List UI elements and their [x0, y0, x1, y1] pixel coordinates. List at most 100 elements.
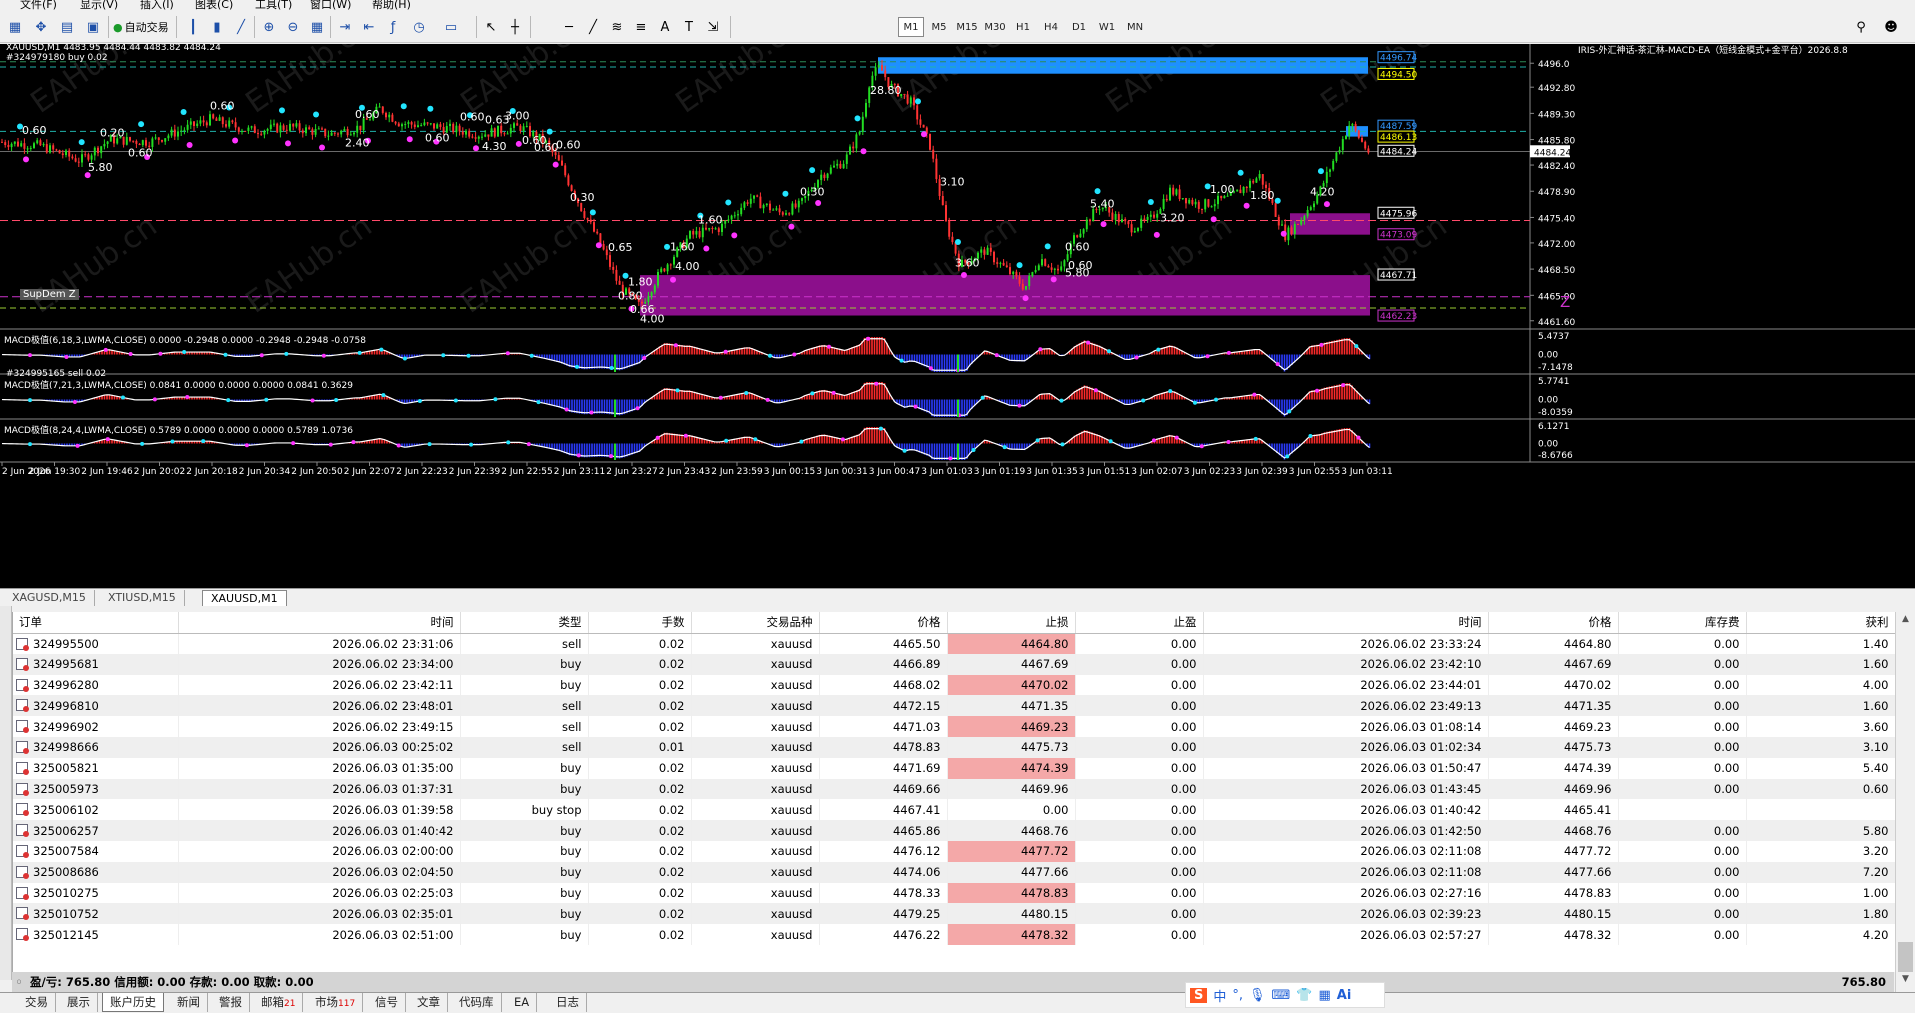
menu-item-4[interactable]: 工具(T)	[255, 0, 292, 11]
timeframe-d1[interactable]: D1	[1066, 17, 1092, 37]
scroll-down-icon[interactable]: ▼	[1898, 974, 1913, 988]
timeframe-w1[interactable]: W1	[1094, 17, 1120, 37]
bar-chart-icon[interactable]: ┃	[182, 16, 204, 38]
autotrade-button[interactable]: ● 自动交易	[112, 16, 172, 38]
menu-item-3[interactable]: 图表(C)	[195, 0, 233, 11]
col-header-profit[interactable]: 获利	[1746, 612, 1896, 634]
timeframe-m30[interactable]: M30	[982, 17, 1008, 37]
shirt-icon[interactable]: 👕	[1296, 988, 1312, 1003]
menu-item-1[interactable]: 显示(V)	[80, 0, 118, 11]
cursor-icon[interactable]: ↖	[480, 16, 502, 38]
table-row[interactable]: 325008686 2026.06.03 02:04:50 buy 0.02 xauus…	[13, 861, 1896, 883]
ime-ai-button[interactable]: Ai	[1337, 988, 1352, 1003]
ime-chinese-mode[interactable]: 中	[1213, 986, 1226, 1005]
table-row[interactable]: 324998666 2026.06.03 00:25:02 sell 0.01 xauu…	[13, 736, 1896, 758]
terminal-tab-4[interactable]: 警报	[212, 993, 250, 1012]
fibonacci-icon[interactable]: ≡	[630, 16, 652, 38]
menu-item-5[interactable]: 窗口(W)	[310, 0, 351, 11]
price-chart[interactable]: EAHub.cn EAHub.cn EAHub.cn EAHub.cn EAHub.cn…	[0, 44, 1915, 588]
terminal-tab-2[interactable]: 账户历史	[102, 993, 164, 1012]
ime-punctuation[interactable]: °,	[1232, 988, 1243, 1003]
terminal-tab-8[interactable]: 文章	[410, 993, 448, 1012]
auto-scroll-icon[interactable]: ⇥	[334, 16, 356, 38]
table-row[interactable]: 325007584 2026.06.03 02:00:00 buy 0.02 xauus…	[13, 840, 1896, 862]
table-row[interactable]: 325005821 2026.06.03 01:35:00 buy 0.02 xauus…	[13, 757, 1896, 779]
indicators-icon[interactable]: ƒ	[382, 16, 404, 38]
chart-shift-icon[interactable]: ⇤	[358, 16, 380, 38]
table-row[interactable]: 324995500 2026.06.02 23:31:06 sell 0.02 xauu…	[13, 633, 1896, 654]
tile-windows-icon[interactable]: ▦	[306, 16, 328, 38]
terminal-tab-0[interactable]: 交易	[18, 993, 56, 1012]
navigator-icon[interactable]: ▣	[82, 16, 104, 38]
periods-icon[interactable]: ◷	[408, 16, 430, 38]
new-chart-icon[interactable]: ▦	[4, 16, 26, 38]
supdem-button[interactable]: SupDem Z	[20, 289, 79, 300]
scroll-thumb[interactable]	[1898, 942, 1913, 972]
timeframe-m1[interactable]: M1	[898, 17, 924, 37]
timeframe-mn[interactable]: MN	[1122, 17, 1148, 37]
table-row[interactable]: 324995681 2026.06.02 23:34:00 buy 0.02 xauus…	[13, 653, 1896, 675]
col-header-type[interactable]: 类型	[460, 612, 589, 634]
table-row[interactable]: 324996280 2026.06.02 23:42:11 buy 0.02 xauus…	[13, 674, 1896, 696]
col-header-take-profit[interactable]: 止盈	[1075, 612, 1204, 634]
line-chart-icon[interactable]: ╱	[230, 16, 252, 38]
table-row[interactable]: 324996810 2026.06.02 23:48:01 sell 0.02 xauu…	[13, 695, 1896, 717]
terminal-tab-11[interactable]: 日志	[549, 993, 587, 1012]
text-icon[interactable]: A	[654, 16, 676, 38]
arrows-icon[interactable]: ⇲	[702, 16, 724, 38]
menu-item-6[interactable]: 帮助(H)	[372, 0, 411, 11]
search-icon[interactable]: ⚲	[1850, 16, 1872, 38]
col-header-volume[interactable]: 手数	[588, 612, 692, 634]
terminal-tab-6[interactable]: 市场117	[308, 993, 364, 1012]
zoom-out-icon[interactable]: ⊖	[282, 16, 304, 38]
keyboard-icon[interactable]: ⌨	[1272, 988, 1291, 1003]
templates-icon[interactable]: ▭	[440, 16, 462, 38]
community-icon[interactable]: ☻	[1880, 16, 1902, 38]
candlestick-icon[interactable]: ▮	[206, 16, 228, 38]
table-row[interactable]: 325006102 2026.06.03 01:39:58 buy stop 0.02…	[13, 799, 1896, 821]
crosshair-move-icon[interactable]: ✥	[30, 16, 52, 38]
chart-tab-xtiusd[interactable]: XTIUSD,M15	[100, 590, 185, 606]
col-header-open-time[interactable]: 时间	[178, 612, 461, 634]
col-header-symbol[interactable]: 交易品种	[691, 612, 820, 634]
terminal-tab-9[interactable]: 代码库	[452, 993, 502, 1012]
terminal-tab-3[interactable]: 新闻	[170, 993, 208, 1012]
menu-item-2[interactable]: 插入(I)	[140, 0, 174, 11]
trend-line-icon[interactable]: ╱	[582, 16, 604, 38]
timeframe-h1[interactable]: H1	[1010, 17, 1036, 37]
terminal-tab-1[interactable]: 展示	[60, 993, 98, 1012]
table-scrollbar[interactable]: ▲ ▼	[1895, 612, 1915, 992]
crosshair-icon[interactable]: ┼	[504, 16, 526, 38]
terminal-tab-5[interactable]: 邮箱21	[254, 993, 304, 1012]
menu-item-0[interactable]: 文件(F)	[20, 0, 57, 11]
col-header-order[interactable]: 订单	[13, 612, 179, 634]
col-header-open-price[interactable]: 价格	[819, 612, 948, 634]
table-row[interactable]: 325010752 2026.06.03 02:35:01 buy 0.02 xauus…	[13, 903, 1896, 925]
scroll-up-icon[interactable]: ▲	[1898, 614, 1913, 628]
horizontal-line-icon[interactable]: ─	[558, 16, 580, 38]
col-header-swap[interactable]: 库存费	[1618, 612, 1747, 634]
table-row[interactable]: 325010275 2026.06.03 02:25:03 buy 0.02 xauus…	[13, 882, 1896, 904]
col-header-close-price[interactable]: 价格	[1488, 612, 1619, 634]
table-row[interactable]: 324996902 2026.06.02 23:49:15 sell 0.02 xauu…	[13, 716, 1896, 737]
mic-icon[interactable]: 🎙	[1249, 988, 1266, 1003]
col-header-close-time[interactable]: 时间	[1203, 612, 1489, 634]
terminal-tab-10[interactable]: EA	[507, 993, 538, 1012]
timeframe-m15[interactable]: M15	[954, 17, 980, 37]
timeframe-m5[interactable]: M5	[926, 17, 952, 37]
table-row[interactable]: 325006257 2026.06.03 01:40:42 buy 0.02 xauus…	[13, 820, 1896, 841]
timeframe-h4[interactable]: H4	[1038, 17, 1064, 37]
market-watch-icon[interactable]: ▤	[56, 16, 78, 38]
chart-tab-xagusd[interactable]: XAGUSD,M15	[4, 590, 95, 606]
chart-tab-xauusd[interactable]: XAUUSD,M1	[202, 590, 287, 606]
table-row[interactable]: 325012145 2026.06.03 02:51:00 buy 0.02 xauus…	[13, 924, 1896, 945]
col-header-stop-loss[interactable]: 止损	[947, 612, 1076, 634]
label-icon[interactable]: T	[678, 16, 700, 38]
channel-icon[interactable]: ≋	[606, 16, 628, 38]
terminal-tab-7[interactable]: 信号	[368, 993, 406, 1012]
sogou-logo-icon[interactable]: S	[1190, 987, 1208, 1003]
grid-icon[interactable]: ▦	[1319, 988, 1331, 1003]
zoom-in-icon[interactable]: ⊕	[258, 16, 280, 38]
table-row[interactable]: 325005973 2026.06.03 01:37:31 buy 0.02 xauus…	[13, 778, 1896, 800]
chart-window[interactable]: EAHub.cn EAHub.cn EAHub.cn EAHub.cn EAHub.cn…	[0, 44, 1915, 588]
